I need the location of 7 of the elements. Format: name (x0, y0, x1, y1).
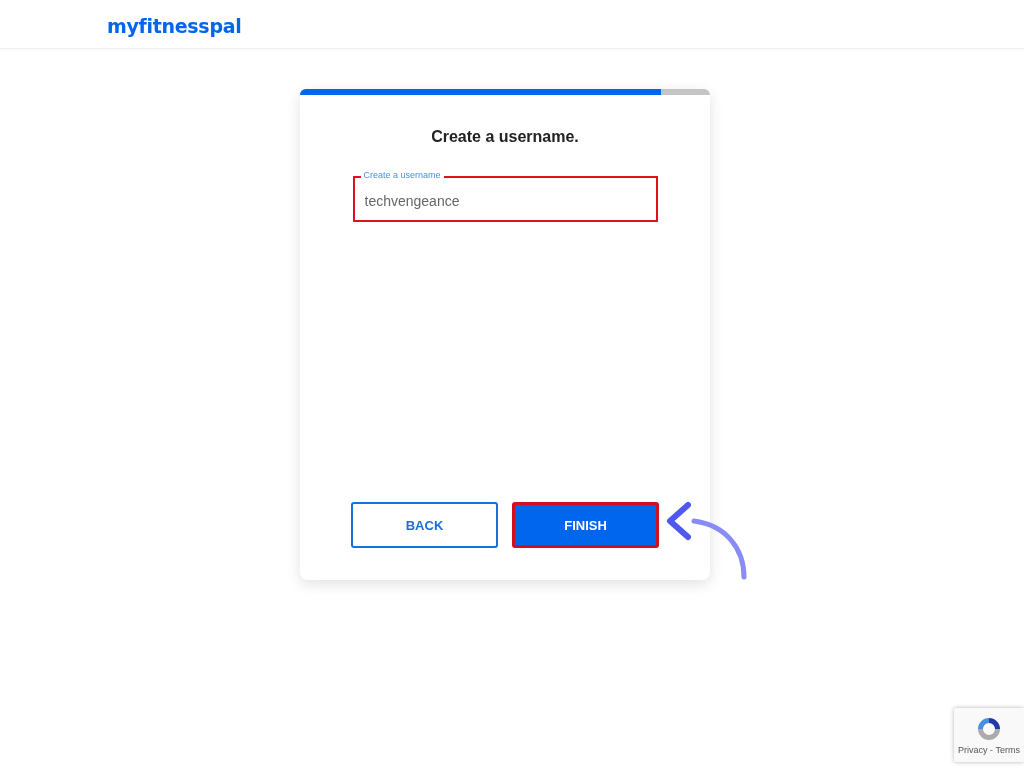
finish-button[interactable]: FINISH (512, 502, 659, 548)
privacy-terms-link[interactable]: Privacy - Terms (958, 745, 1020, 755)
recaptcha-icon (975, 715, 1003, 743)
field-label: Create a username (360, 170, 444, 181)
form-title: Create a username. (431, 128, 579, 146)
back-button[interactable]: BACK (351, 502, 498, 548)
logo[interactable]: myfitnesspal (107, 15, 242, 37)
